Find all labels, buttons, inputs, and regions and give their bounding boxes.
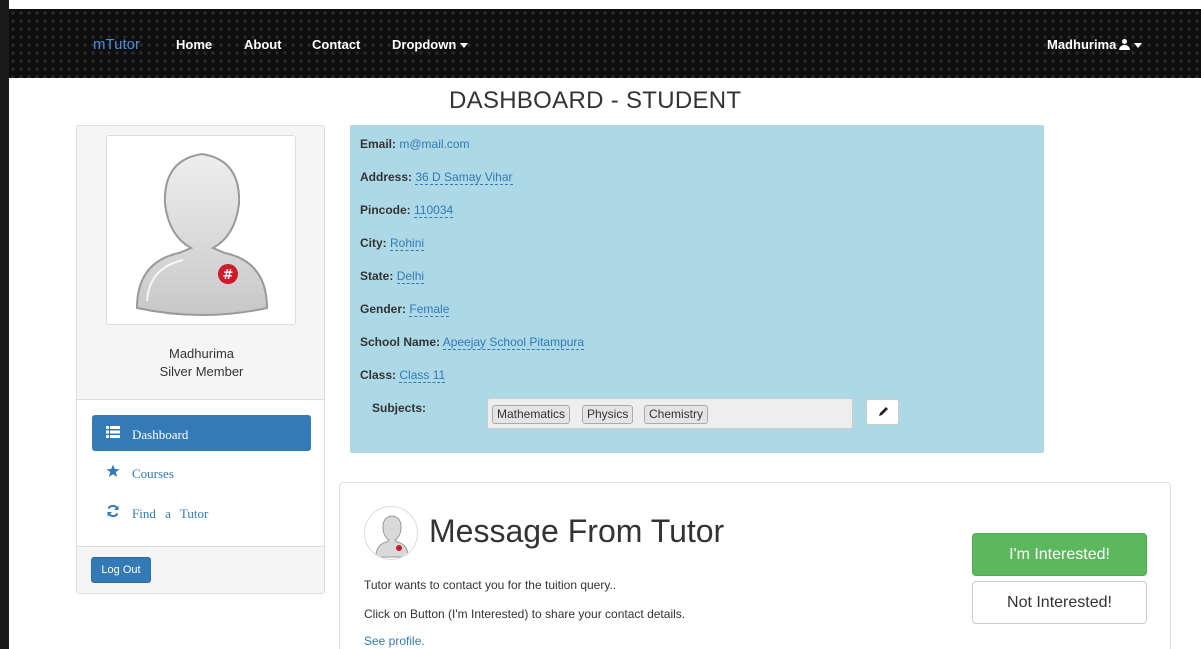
sidebar-item-courses[interactable]: Courses (92, 454, 311, 490)
sidebar-item-label: Courses (132, 466, 174, 481)
address-row: Address: 36 D Samay Vihar (360, 170, 513, 185)
list-icon (106, 426, 120, 438)
page-title: DASHBOARD - STUDENT (449, 87, 742, 114)
logout-button[interactable]: Log Out (91, 557, 151, 583)
class-editable[interactable]: Class 11 (399, 368, 446, 383)
profile-name: Madhurima (168, 346, 235, 361)
star-icon (106, 464, 120, 477)
gender-editable[interactable]: Female (409, 302, 450, 317)
subject-tag: Mathematics (492, 405, 571, 424)
default-user-icon (375, 515, 409, 558)
navbar: mTutor Home About Contact Dropdown Madhu… (9, 9, 1201, 78)
state-row: State: Delhi (360, 269, 425, 284)
sidebar-item-label: Find a Tutor (132, 506, 209, 521)
nav-dropdown-label: Dropdown (392, 37, 457, 52)
email-label: Email: (360, 137, 397, 151)
address-label: Address: (360, 170, 413, 184)
nav-about[interactable]: About (244, 37, 282, 52)
subject-tag: Chemistry (644, 405, 709, 424)
refresh-icon (107, 504, 119, 518)
profile-panel: # Madhurima Silver Member Dashboard Cour… (76, 125, 325, 594)
message-panel: Message From Tutor Tutor wants to contac… (339, 482, 1171, 649)
city-label: City: (360, 236, 387, 250)
not-interested-button[interactable]: Not Interested! (972, 581, 1147, 624)
divider (77, 546, 324, 547)
gender-row: Gender: Female (360, 302, 450, 317)
school-editable[interactable]: Apeejay School Pitampura (442, 335, 585, 350)
subjects-input[interactable]: Mathematics Physics Chemistry (487, 398, 853, 429)
profile-level: Silver Member (159, 364, 244, 379)
user-menu-label: Madhurima (1047, 37, 1117, 52)
email-row: Email: m@mail.com (360, 137, 470, 151)
default-user-icon: # (135, 152, 269, 316)
user-menu[interactable]: Madhurima (1047, 37, 1143, 52)
school-label: School Name: (360, 335, 441, 349)
sidebar-item-label: Dashboard (132, 427, 189, 442)
window-left-edge (0, 0, 9, 649)
school-row: School Name: Apeejay School Pitampura (360, 335, 585, 350)
student-info-panel: Email: m@mail.com Address: 36 D Samay Vi… (350, 125, 1044, 453)
caret-down-icon (1134, 43, 1143, 49)
nav-contact[interactable]: Contact (312, 37, 360, 52)
user-icon (1119, 39, 1131, 50)
edit-subjects-button[interactable] (866, 399, 899, 425)
state-editable[interactable]: Delhi (396, 269, 425, 284)
address-editable[interactable]: 36 D Samay Vihar (415, 170, 513, 185)
brand-link[interactable]: mTutor (93, 36, 140, 53)
message-text: Tutor wants to contact you for the tuiti… (364, 578, 617, 592)
city-row: City: Rohini (360, 236, 425, 251)
class-row: Class: Class 11 (360, 368, 446, 383)
state-label: State: (360, 269, 394, 283)
tutor-avatar (364, 506, 418, 560)
pencil-icon (879, 407, 888, 416)
pincode-row: Pincode: 110034 (360, 203, 454, 218)
svg-text:#: # (223, 268, 234, 283)
subjects-label: Subjects: (372, 401, 427, 415)
avatar: # (106, 135, 296, 325)
pincode-editable[interactable]: 110034 (414, 203, 454, 218)
see-profile-link[interactable]: See profile. (364, 634, 425, 648)
pincode-label: Pincode: (360, 203, 411, 217)
caret-down-icon (460, 43, 469, 49)
sidebar-item-find-tutor[interactable]: Find a Tutor (92, 494, 311, 530)
window-top-edge (0, 0, 1201, 9)
subject-tag: Physics (582, 405, 634, 424)
class-label: Class: (360, 368, 397, 382)
email-value: m@mail.com (399, 137, 470, 151)
sidebar-item-dashboard[interactable]: Dashboard (92, 415, 311, 451)
message-text: Click on Button (I'm Interested) to shar… (364, 607, 686, 621)
gender-label: Gender: (360, 302, 407, 316)
sidebar-menu: Dashboard Courses Find a Tutor (77, 400, 324, 546)
nav-dropdown[interactable]: Dropdown (392, 37, 469, 52)
city-editable[interactable]: Rohini (390, 236, 425, 251)
interested-button[interactable]: I'm Interested! (972, 533, 1147, 576)
nav-home[interactable]: Home (176, 37, 212, 52)
message-title: Message From Tutor (429, 513, 725, 549)
